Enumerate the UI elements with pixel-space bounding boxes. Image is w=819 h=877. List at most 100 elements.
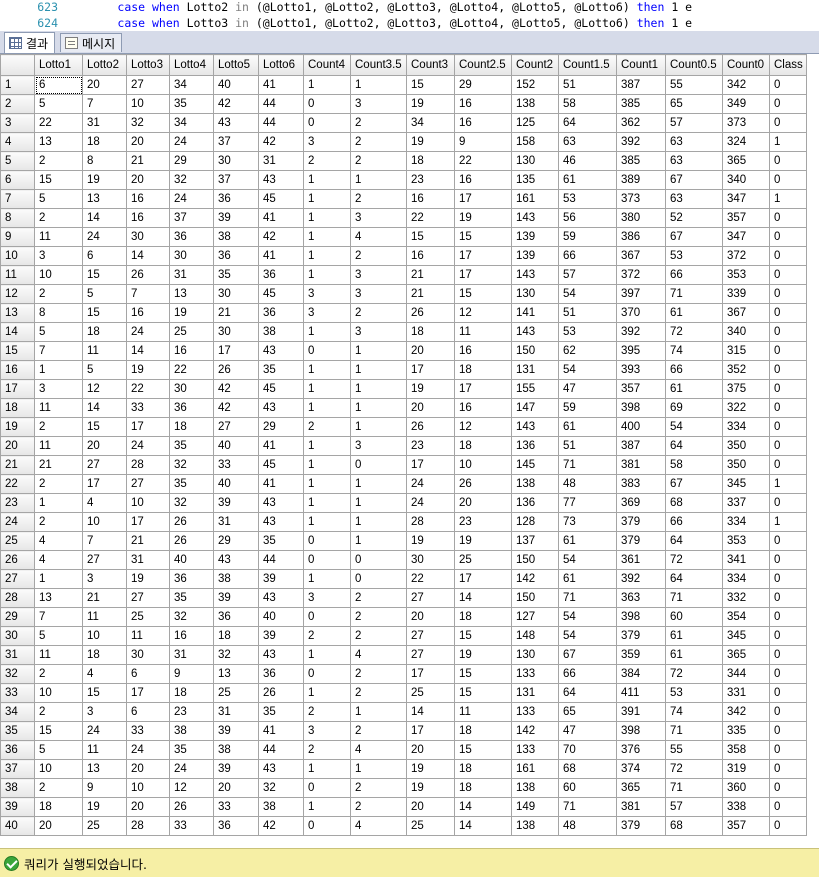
grid-cell[interactable]: 0 [769,265,807,285]
grid-cell[interactable]: 41 [258,474,304,494]
grid-cell[interactable]: 16 [454,341,512,361]
grid-cell[interactable]: 47 [558,379,617,399]
grid-cell[interactable]: 3 [303,588,351,608]
grid-cell[interactable]: 3 [350,265,407,285]
grid-cell[interactable]: 386 [616,227,666,247]
grid-cell[interactable]: 15 [82,303,127,323]
grid-cell[interactable]: 149 [511,797,559,817]
grid-cell[interactable]: 3 [303,284,351,304]
grid-cell[interactable]: 13 [213,664,259,684]
grid-cell[interactable]: 334 [722,512,770,532]
grid-cell[interactable]: 16 [169,341,214,361]
grid-cell[interactable]: 2 [34,664,83,684]
row-number[interactable]: 25 [0,531,35,551]
grid-cell[interactable]: 73 [558,512,617,532]
grid-cell[interactable]: 13 [34,132,83,152]
row-number[interactable]: 23 [0,493,35,513]
row-number[interactable]: 31 [0,645,35,665]
grid-cell[interactable]: 72 [665,322,723,342]
table-row[interactable]: 5 2 8 21 29 30 31 2 2 18 22 130 46 385 63 365 0 [0,151,807,171]
grid-cell[interactable]: 2 [350,778,407,798]
row-number[interactable]: 18 [0,398,35,418]
column-header[interactable]: Count3.5 [350,54,407,76]
grid-cell[interactable]: 65 [665,94,723,114]
row-number[interactable]: 10 [0,246,35,266]
grid-cell[interactable]: 150 [511,588,559,608]
row-number[interactable]: 40 [0,816,35,836]
grid-cell[interactable]: 1 [303,759,351,779]
row-number[interactable]: 14 [0,322,35,342]
grid-cell[interactable]: 0 [769,588,807,608]
grid-cell[interactable]: 133 [511,740,559,760]
table-row[interactable]: 18 11 14 33 36 42 43 1 1 20 16 147 59 398 69 322 0 [0,398,807,418]
grid-cell[interactable]: 65 [558,702,617,722]
grid-cell[interactable]: 33 [213,455,259,475]
grid-cell[interactable]: 365 [722,645,770,665]
grid-cell[interactable]: 25 [82,816,127,836]
grid-cell[interactable]: 42 [258,816,304,836]
row-number[interactable]: 26 [0,550,35,570]
table-row[interactable]: 20 11 20 24 35 40 41 1 3 23 18 136 51 387 64 350 0 [0,436,807,456]
grid-cell[interactable]: 15 [34,721,83,741]
grid-cell[interactable]: 26 [258,683,304,703]
grid-cell[interactable]: 17 [126,512,170,532]
grid-cell[interactable]: 2 [350,626,407,646]
grid-cell[interactable]: 0 [769,816,807,836]
grid-cell[interactable]: 1 [34,569,83,589]
grid-cell[interactable]: 74 [665,341,723,361]
grid-cell[interactable]: 0 [769,417,807,437]
grid-cell[interactable]: 398 [616,398,666,418]
grid-cell[interactable]: 20 [454,493,512,513]
grid-cell[interactable]: 37 [213,170,259,190]
table-row[interactable]: 1 6 20 27 34 40 41 1 1 15 29 152 51 387 55 342 0 [0,75,807,95]
grid-cell[interactable]: 389 [616,170,666,190]
grid-cell[interactable]: 131 [511,360,559,380]
row-number[interactable]: 13 [0,303,35,323]
grid-cell[interactable]: 34 [169,113,214,133]
grid-cell[interactable]: 53 [665,683,723,703]
grid-cell[interactable]: 43 [213,550,259,570]
grid-cell[interactable]: 7 [34,341,83,361]
grid-cell[interactable]: 10 [82,626,127,646]
row-number[interactable]: 28 [0,588,35,608]
grid-cell[interactable]: 64 [558,113,617,133]
grid-cell[interactable]: 22 [169,360,214,380]
grid-cell[interactable]: 23 [454,512,512,532]
grid-cell[interactable]: 30 [126,227,170,247]
grid-cell[interactable]: 331 [722,683,770,703]
grid-cell[interactable]: 15 [454,626,512,646]
grid-cell[interactable]: 1 [350,493,407,513]
grid-cell[interactable]: 54 [558,360,617,380]
grid-cell[interactable]: 45 [258,189,304,209]
grid-cell[interactable]: 0 [769,436,807,456]
grid-cell[interactable]: 43 [258,341,304,361]
grid-cell[interactable]: 1 [303,493,351,513]
grid-cell[interactable]: 139 [511,246,559,266]
grid-cell[interactable]: 10 [34,265,83,285]
grid-cell[interactable]: 18 [454,778,512,798]
table-row[interactable]: 29 7 11 25 32 36 40 0 2 20 18 127 54 398 60 354 0 [0,607,807,627]
grid-cell[interactable]: 3 [303,721,351,741]
grid-cell[interactable]: 71 [665,721,723,741]
grid-cell[interactable]: 16 [126,303,170,323]
grid-cell[interactable]: 4 [350,645,407,665]
grid-cell[interactable]: 158 [511,132,559,152]
grid-cell[interactable]: 23 [406,170,455,190]
grid-cell[interactable]: 14 [454,816,512,836]
grid-cell[interactable]: 335 [722,721,770,741]
grid-cell[interactable]: 24 [169,759,214,779]
grid-cell[interactable]: 381 [616,797,666,817]
grid-cell[interactable]: 142 [511,721,559,741]
grid-cell[interactable]: 13 [82,759,127,779]
grid-cell[interactable]: 5 [34,94,83,114]
grid-cell[interactable]: 54 [558,550,617,570]
grid-cell[interactable]: 31 [213,512,259,532]
grid-cell[interactable]: 71 [665,588,723,608]
grid-cell[interactable]: 332 [722,588,770,608]
grid-cell[interactable]: 17 [454,246,512,266]
grid-cell[interactable]: 36 [213,816,259,836]
grid-cell[interactable]: 44 [258,94,304,114]
grid-cell[interactable]: 0 [769,227,807,247]
table-row[interactable]: 12 2 5 7 13 30 45 3 3 21 15 130 54 397 71 339 0 [0,284,807,304]
grid-cell[interactable]: 130 [511,151,559,171]
